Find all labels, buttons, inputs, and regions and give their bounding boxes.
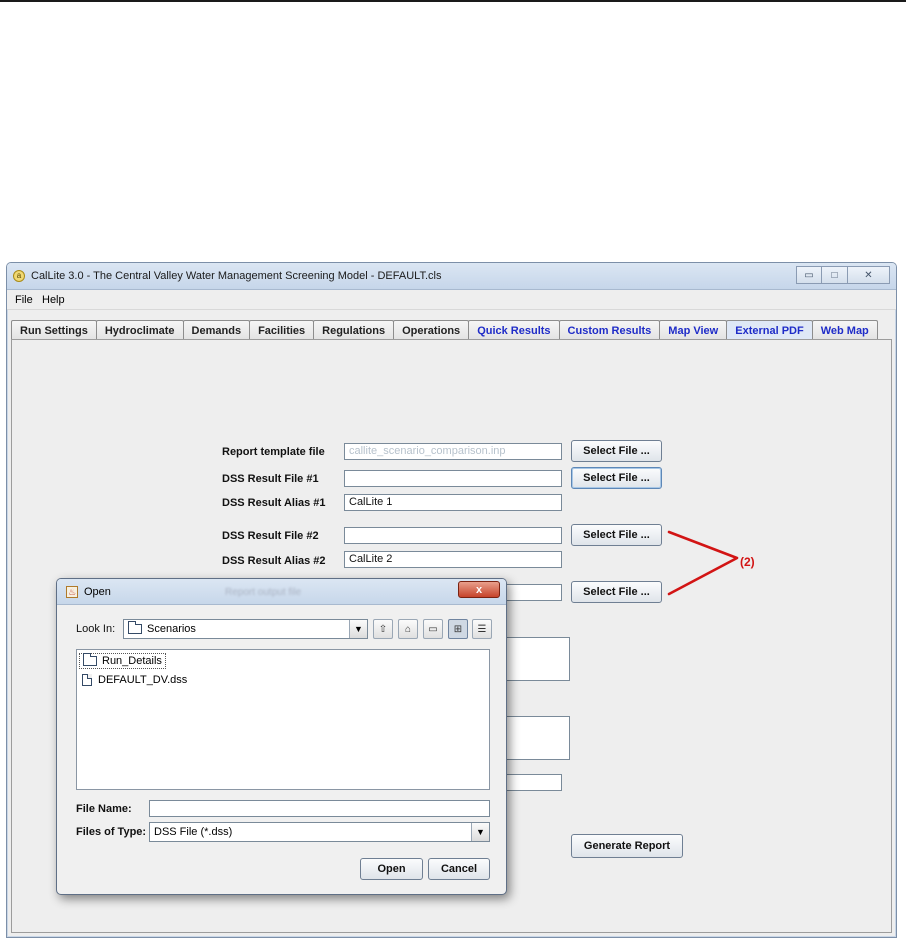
dialog-close-button[interactable]: x — [458, 581, 500, 598]
close-icon: x — [475, 583, 483, 596]
generate-report-button[interactable]: Generate Report — [571, 834, 683, 858]
up-folder-icon: ⇧ — [378, 623, 388, 635]
details-view-icon: ☰ — [477, 623, 487, 635]
list-item[interactable]: Run_Details — [79, 653, 166, 669]
tab-map-view[interactable]: Map View — [659, 320, 728, 340]
folder-icon — [128, 621, 142, 634]
alias1-label: DSS Result Alias #1 — [222, 497, 326, 509]
tab-hydroclimate[interactable]: Hydroclimate — [95, 320, 184, 340]
files-of-type-value: DSS File (*.dss) — [154, 826, 233, 838]
window-titlebar[interactable]: a CalLite 3.0 - The Central Valley Water… — [7, 263, 896, 290]
tab-custom-results[interactable]: Custom Results — [558, 320, 661, 340]
page-top-rule — [0, 0, 906, 2]
tab-web-map[interactable]: Web Map — [811, 320, 878, 340]
files-of-type-combo[interactable]: DSS File (*.dss) ▼ — [149, 822, 490, 842]
open-dialog-titlebar[interactable]: ♨ Open Report output file x — [57, 579, 506, 605]
look-in-value: Scenarios — [147, 623, 196, 635]
look-in-label: Look In: — [76, 623, 116, 635]
alias1-field[interactable]: CalLite 1 — [344, 494, 562, 511]
dss1-label: DSS Result File #1 — [222, 473, 319, 485]
menu-help[interactable]: Help — [42, 294, 65, 306]
minimize-icon: ▭ — [804, 269, 814, 281]
alias2-field[interactable]: CalLite 2 — [344, 551, 562, 568]
tab-strip: Run Settings Hydroclimate Demands Facili… — [11, 320, 878, 340]
look-in-combo[interactable]: Scenarios ▼ — [123, 619, 368, 639]
tab-operations[interactable]: Operations — [393, 320, 470, 340]
dss1-field[interactable] — [344, 470, 562, 487]
select-template-button[interactable]: Select File ... — [571, 440, 662, 462]
close-icon: ✕ — [864, 269, 873, 281]
maximize-icon: □ — [831, 269, 838, 281]
open-dialog-title: Open — [84, 586, 111, 598]
cancel-button[interactable]: Cancel — [428, 858, 490, 880]
select-dss1-button[interactable]: Select File ... — [571, 467, 662, 489]
template-label: Report template file — [222, 446, 325, 458]
list-item[interactable]: DEFAULT_DV.dss — [79, 672, 190, 688]
folder-icon — [83, 653, 97, 666]
menu-file[interactable]: File — [15, 294, 33, 306]
select-dss2-button[interactable]: Select File ... — [571, 524, 662, 546]
tab-external-pdf[interactable]: External PDF — [726, 320, 813, 340]
chevron-down-icon[interactable]: ▼ — [349, 620, 367, 638]
dialog-ghost-text: Report output file — [225, 587, 302, 598]
new-folder-button[interactable]: ▭ — [423, 619, 443, 639]
new-folder-icon: ▭ — [428, 623, 438, 635]
dss2-field[interactable] — [344, 527, 562, 544]
annotation-arrow-icon — [667, 530, 739, 596]
home-icon: ⌂ — [404, 623, 412, 635]
tab-quick-results[interactable]: Quick Results — [468, 320, 560, 340]
alias2-label: DSS Result Alias #2 — [222, 555, 326, 567]
list-view-button[interactable]: ⊞ — [448, 619, 468, 639]
file-list[interactable]: Run_Details DEFAULT_DV.dss — [76, 649, 490, 790]
tab-facilities[interactable]: Facilities — [249, 320, 315, 340]
file-name: DEFAULT_DV.dss — [98, 674, 188, 686]
select-output-button[interactable]: Select File ... — [571, 581, 662, 603]
file-name-input[interactable] — [149, 800, 490, 817]
up-one-level-button[interactable]: ⇧ — [373, 619, 393, 639]
menu-bar: File Help — [7, 290, 896, 310]
template-field[interactable]: callite_scenario_comparison.inp — [344, 443, 562, 460]
window-title: CalLite 3.0 - The Central Valley Water M… — [31, 270, 442, 282]
files-of-type-label: Files of Type: — [76, 826, 147, 838]
tab-regulations[interactable]: Regulations — [313, 320, 395, 340]
dss2-label: DSS Result File #2 — [222, 530, 319, 542]
list-view-icon: ⊞ — [453, 623, 463, 635]
file-name-label: File Name: — [76, 803, 132, 815]
file-name: Run_Details — [102, 655, 162, 667]
details-view-button[interactable]: ☰ — [472, 619, 492, 639]
home-button[interactable]: ⌂ — [398, 619, 418, 639]
file-icon — [82, 674, 92, 686]
minimize-button[interactable]: ▭ — [796, 266, 822, 284]
app-logo-icon: a — [13, 270, 25, 282]
annotation-label: (2) — [740, 555, 755, 569]
close-button[interactable]: ✕ — [848, 266, 890, 284]
tab-demands[interactable]: Demands — [182, 320, 251, 340]
java-icon: ♨ — [66, 586, 78, 598]
tab-run-settings[interactable]: Run Settings — [11, 320, 97, 340]
chevron-down-icon[interactable]: ▼ — [471, 823, 489, 841]
maximize-button[interactable]: □ — [822, 266, 848, 284]
open-button[interactable]: Open — [360, 858, 423, 880]
